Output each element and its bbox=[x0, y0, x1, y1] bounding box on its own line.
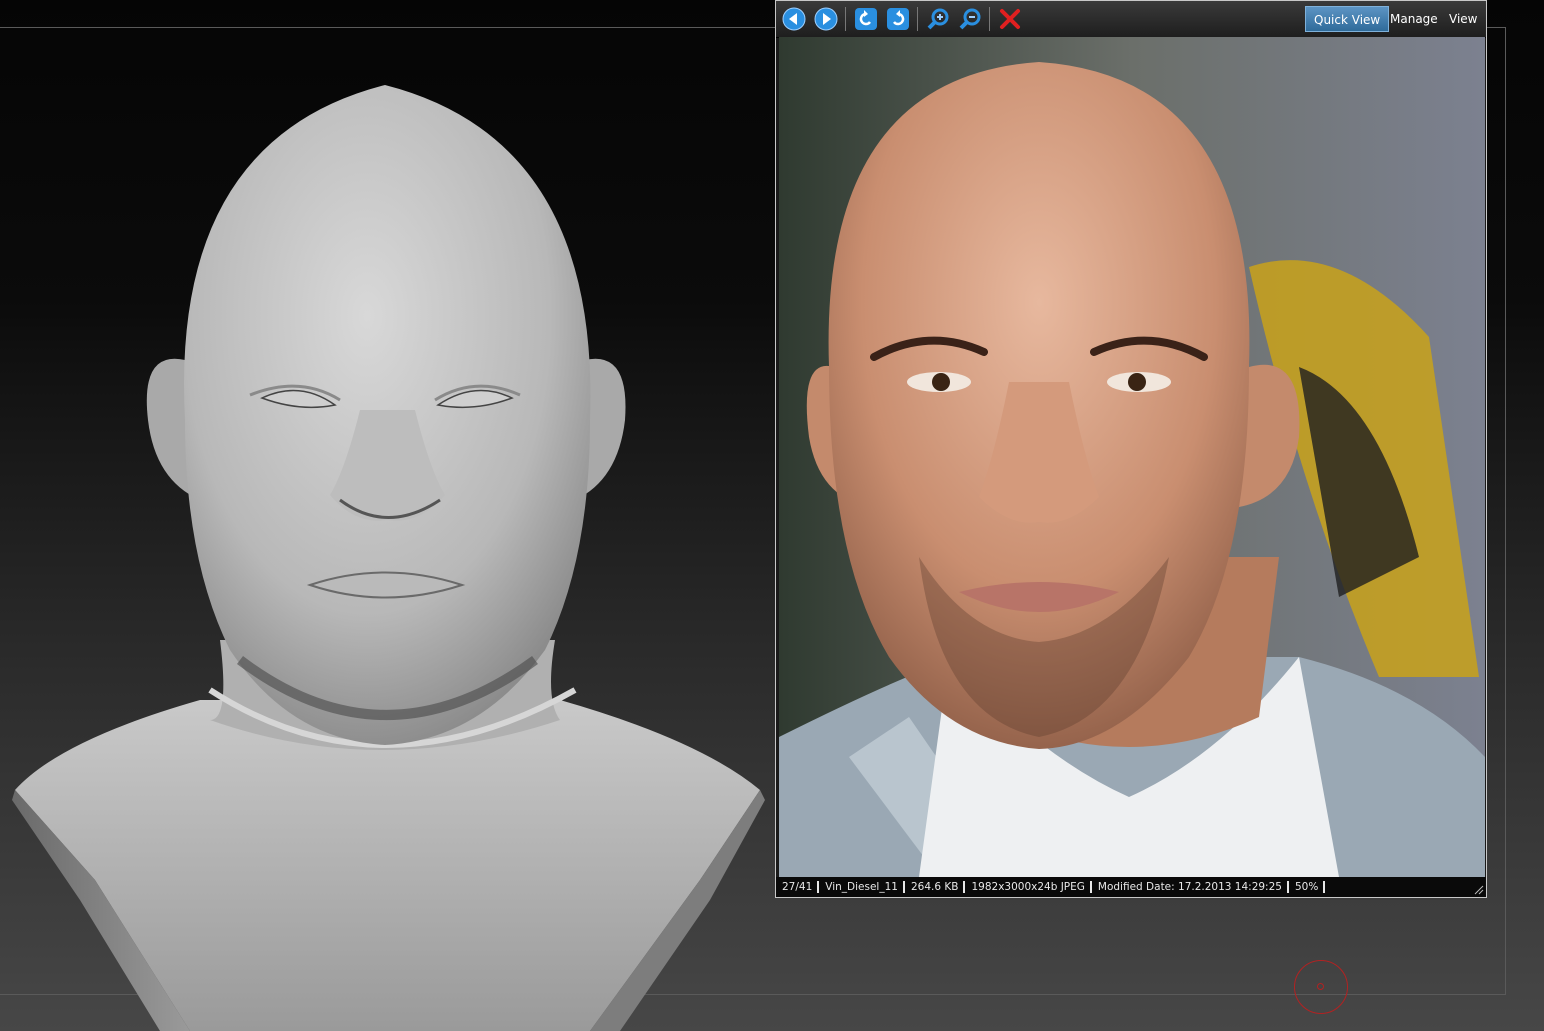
image-viewer-window: Quick View Manage View 27/41 Vin_Diesel_… bbox=[775, 0, 1487, 898]
back-arrow-icon[interactable] bbox=[781, 6, 807, 32]
toolbar-separator bbox=[989, 7, 990, 31]
close-icon[interactable] bbox=[997, 6, 1023, 32]
rotate-right-icon[interactable] bbox=[885, 6, 911, 32]
rotate-left-icon[interactable] bbox=[853, 6, 879, 32]
resize-grip-icon[interactable] bbox=[1474, 885, 1484, 895]
modified-date: Modified Date: 17.2.2013 14:29:25 bbox=[1097, 881, 1282, 893]
file-name: Vin_Diesel_11 bbox=[825, 881, 898, 893]
zoom-level: 50% bbox=[1294, 881, 1319, 893]
zoom-in-icon[interactable] bbox=[925, 6, 951, 32]
sculpt-canvas[interactable] bbox=[0, 0, 775, 1031]
forward-arrow-icon[interactable] bbox=[813, 6, 839, 32]
toolbar-separator bbox=[917, 7, 918, 31]
tab-quick-view[interactable]: Quick View bbox=[1305, 6, 1390, 32]
zoom-out-icon[interactable] bbox=[957, 6, 983, 32]
sculpt-bust bbox=[12, 85, 765, 1031]
image-index: 27/41 bbox=[782, 881, 813, 893]
file-size: 264.6 KB bbox=[910, 881, 959, 893]
toolbar-separator bbox=[845, 7, 846, 31]
reference-photo bbox=[779, 37, 1485, 877]
tab-view[interactable]: View bbox=[1441, 6, 1485, 32]
viewer-toolbar: Quick View Manage View bbox=[776, 1, 1486, 38]
status-bar: 27/41 Vin_Diesel_11 264.6 KB 1982x3000x2… bbox=[776, 877, 1486, 897]
image-dimensions: 1982x3000x24b JPEG bbox=[971, 881, 1085, 893]
brush-cursor bbox=[1294, 960, 1348, 1014]
tab-manage[interactable]: Manage bbox=[1382, 6, 1446, 32]
